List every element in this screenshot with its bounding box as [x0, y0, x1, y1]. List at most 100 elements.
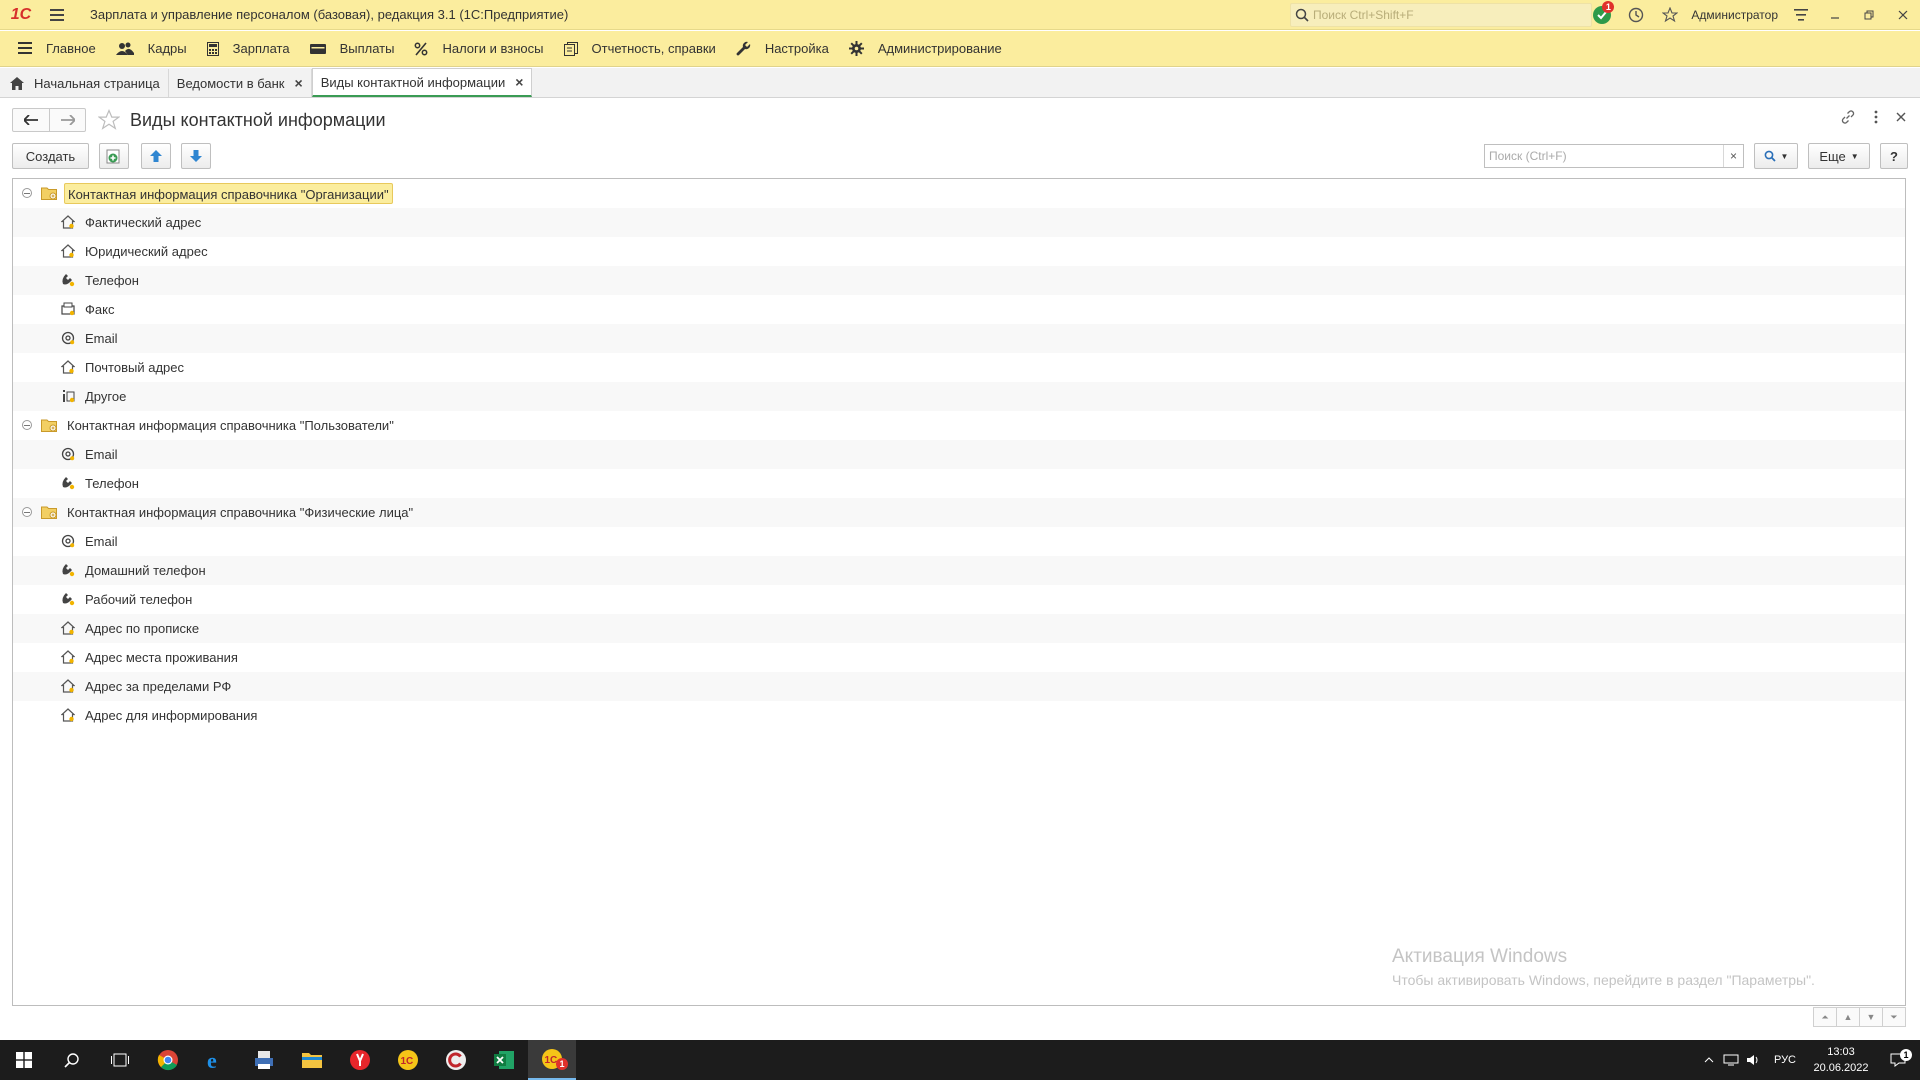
input-language[interactable]: РУС [1774, 1054, 1796, 1066]
move-up-button[interactable] [141, 143, 171, 169]
taskbar-excel[interactable] [480, 1040, 528, 1080]
volume-icon[interactable] [1742, 1054, 1764, 1066]
tree-item-row[interactable]: Телефон [13, 469, 1905, 498]
scroll-down-button[interactable]: ▼ [1859, 1007, 1883, 1027]
forward-button[interactable] [49, 109, 85, 131]
tree-item-row[interactable]: Юридический адрес [13, 237, 1905, 266]
chrome-icon [157, 1050, 178, 1071]
section-salary[interactable]: Зарплата [201, 31, 304, 67]
scroll-top-button[interactable]: ⏶ [1813, 1007, 1837, 1027]
notifications-badge: 1 [1602, 1, 1615, 13]
clear-search-button[interactable]: × [1723, 145, 1743, 167]
minimize-button[interactable] [1818, 0, 1852, 30]
tree-item-row[interactable]: Фактический адрес [13, 208, 1905, 237]
tree-group-row[interactable]: Контактная информация справочника "Физич… [13, 498, 1905, 527]
search-options-button[interactable]: ▼ [1754, 143, 1798, 169]
tray-chevron-up-icon[interactable] [1698, 1057, 1720, 1063]
tree-item-row[interactable]: Email [13, 440, 1905, 469]
section-settings[interactable]: Настройка [730, 31, 843, 67]
contact-info-tree[interactable]: Контактная информация справочника "Орган… [12, 178, 1906, 1006]
search-icon [1764, 150, 1776, 162]
create-group-button[interactable] [99, 143, 129, 169]
tree-group-row[interactable]: Контактная информация справочника "Польз… [13, 411, 1905, 440]
taskbar-1c-enterprise[interactable]: 1С 1 [528, 1040, 576, 1080]
section-reports[interactable]: Отчетность, справки [558, 31, 730, 67]
taskbar-yandex[interactable] [336, 1040, 384, 1080]
move-down-button[interactable] [181, 143, 211, 169]
task-view-button[interactable] [96, 1040, 144, 1080]
link-icon[interactable] [1840, 109, 1856, 125]
tree-item-row[interactable]: Email [13, 324, 1905, 353]
address-icon [60, 214, 76, 230]
address-icon [60, 707, 76, 723]
minimize-icon [1831, 17, 1839, 19]
tree-group-row[interactable]: Контактная информация справочника "Орган… [13, 179, 1905, 208]
home-icon [10, 76, 24, 90]
list-search-placeholder: Поиск (Ctrl+F) [1489, 149, 1567, 163]
close-form-icon[interactable] [1896, 112, 1906, 122]
help-button[interactable]: ? [1880, 143, 1908, 169]
taskbar-chrome[interactable] [144, 1040, 192, 1080]
section-hr[interactable]: Кадры [110, 31, 201, 67]
tree-item-row[interactable]: Другое [13, 382, 1905, 411]
section-payments[interactable]: Выплаты [304, 31, 409, 67]
form-title: Виды контактной информации [130, 109, 386, 130]
tab-bank-statements[interactable]: Ведомости в банк × [169, 69, 312, 97]
tree-item-row[interactable]: Телефон [13, 266, 1905, 295]
section-main[interactable]: Главное [12, 31, 110, 67]
favorite-star-icon[interactable] [98, 109, 120, 131]
more-button[interactable]: Еще ▼ [1808, 143, 1870, 169]
scroll-up-button[interactable]: ▲ [1836, 1007, 1860, 1027]
history-button[interactable] [1619, 0, 1653, 30]
folder-icon [302, 1053, 322, 1068]
arrow-left-icon [24, 115, 38, 125]
collapse-icon[interactable] [22, 507, 32, 517]
collapse-icon[interactable] [22, 188, 32, 198]
global-search-input[interactable]: Поиск Ctrl+Shift+F [1290, 3, 1592, 27]
tree-item-row[interactable]: Факс [13, 295, 1905, 324]
taskbar-edge[interactable]: e [192, 1040, 240, 1080]
more-vertical-icon[interactable] [1874, 110, 1878, 124]
restore-button[interactable] [1852, 0, 1886, 30]
collapse-icon[interactable] [22, 420, 32, 430]
taskbar-search-button[interactable] [48, 1040, 96, 1080]
settings-menu-button[interactable] [1784, 0, 1818, 30]
taskbar-app-printer[interactable] [240, 1040, 288, 1080]
main-menu-button[interactable] [42, 0, 72, 30]
tree-item-row[interactable]: Почтовый адрес [13, 353, 1905, 382]
back-button[interactable] [13, 109, 49, 131]
tree-item-label: Адрес места проживания [85, 650, 238, 665]
taskbar-ccleaner[interactable] [432, 1040, 480, 1080]
section-admin[interactable]: Администрирование [843, 31, 1016, 67]
create-button[interactable]: Создать [12, 143, 89, 169]
close-tab-icon[interactable]: × [515, 74, 523, 90]
tree-item-row[interactable]: Домашний телефон [13, 556, 1905, 585]
email-icon [60, 330, 76, 346]
section-taxes[interactable]: Налоги и взносы [408, 31, 557, 67]
wallet-icon [309, 43, 326, 54]
tree-item-row[interactable]: Адрес места проживания [13, 643, 1905, 672]
taskbar-explorer[interactable] [288, 1040, 336, 1080]
tab-home[interactable]: Начальная страница [2, 69, 169, 97]
tree-item-row[interactable]: Адрес за пределами РФ [13, 672, 1905, 701]
taskbar-1c-launcher[interactable]: 1С [384, 1040, 432, 1080]
address-icon [60, 359, 76, 375]
tree-item-row[interactable]: Адрес для информирования [13, 701, 1905, 730]
tab-contact-info-kinds[interactable]: Виды контактной информации × [311, 68, 533, 97]
clock[interactable]: 13:03 20.06.2022 [1806, 1044, 1876, 1076]
start-button[interactable] [0, 1040, 48, 1080]
tree-item-row[interactable]: Рабочий телефон [13, 585, 1905, 614]
tree-item-row[interactable]: Email [13, 527, 1905, 556]
network-icon[interactable] [1720, 1054, 1742, 1066]
close-tab-icon[interactable]: × [295, 75, 303, 91]
close-window-button[interactable] [1886, 0, 1920, 30]
tree-item-label: Домашний телефон [85, 563, 206, 578]
scroll-bottom-button[interactable]: ⏷ [1882, 1007, 1906, 1027]
current-user[interactable]: Администратор [1691, 8, 1778, 22]
notifications-button[interactable]: 1 [1585, 0, 1619, 30]
action-center-button[interactable]: 1 [1876, 1049, 1920, 1067]
tree-item-row[interactable]: Адрес по прописке [13, 614, 1905, 643]
tree-item-label: Юридический адрес [85, 244, 208, 259]
list-search-input[interactable]: Поиск (Ctrl+F) × [1484, 144, 1744, 168]
favorites-button[interactable] [1653, 0, 1687, 30]
